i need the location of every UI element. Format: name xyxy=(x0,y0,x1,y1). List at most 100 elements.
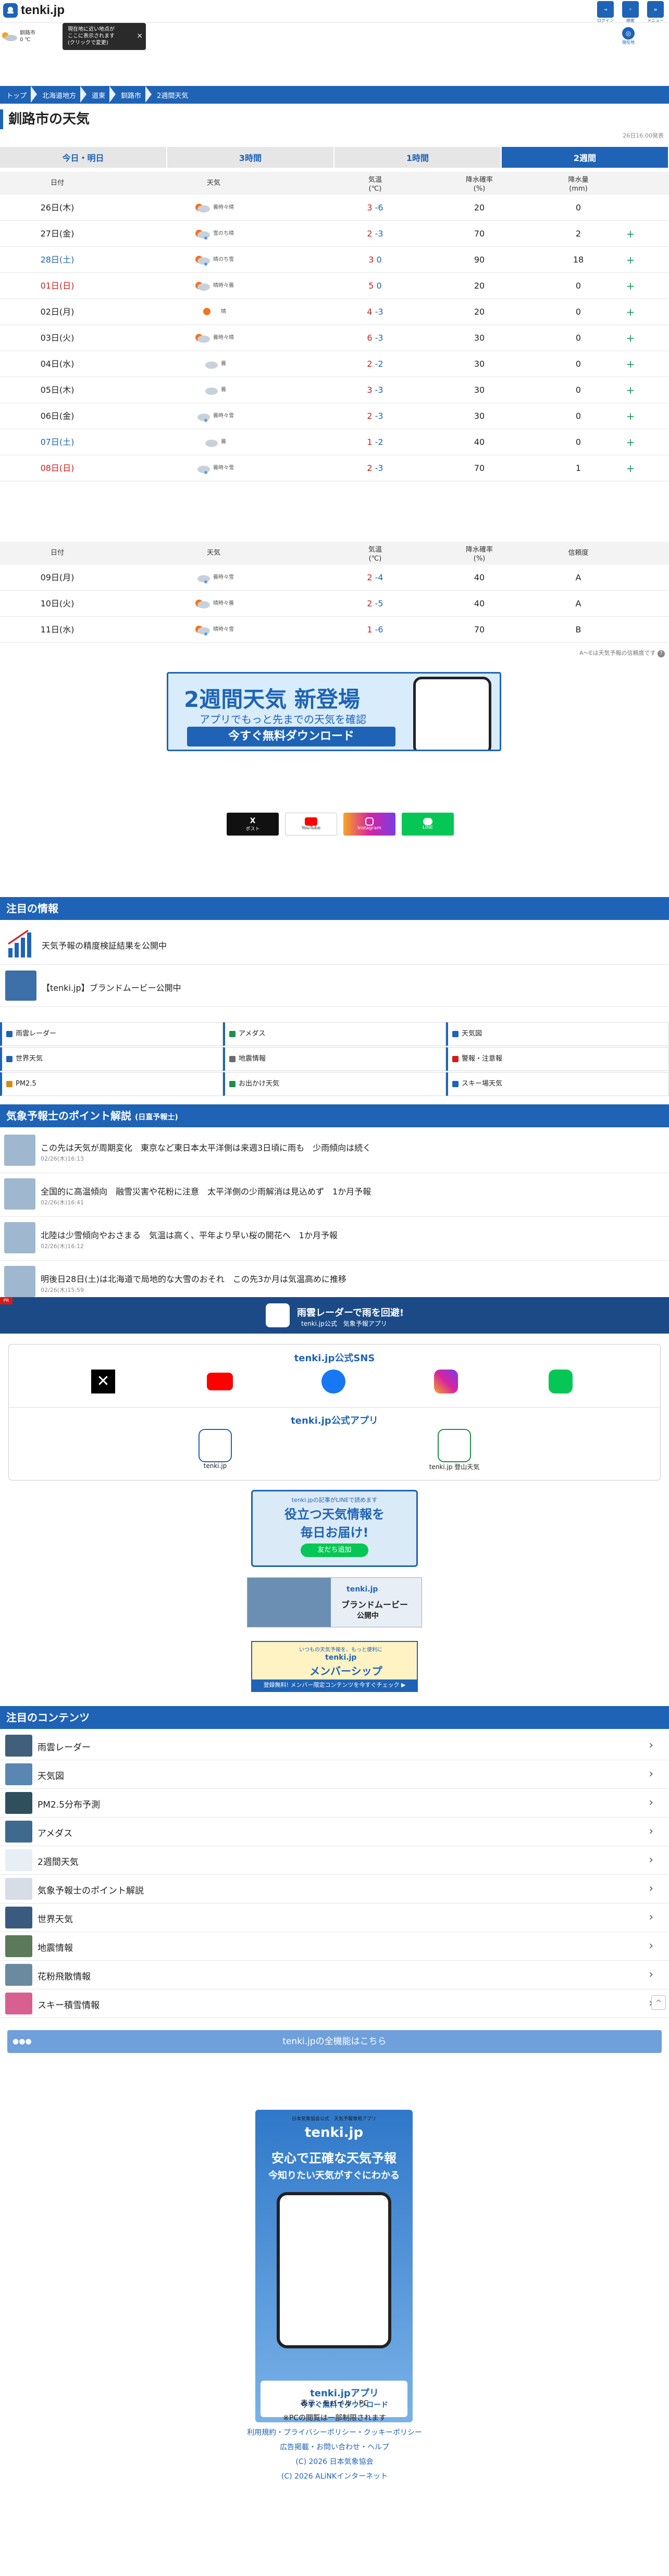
app-tozan[interactable]: tenki.jp 登山天気 xyxy=(426,1429,483,1471)
notice-item[interactable]: 【tenki.jp】ブランドムービー公開中 xyxy=(0,965,669,1007)
expand-icon[interactable]: + xyxy=(620,273,641,299)
footer-policy-links[interactable]: 利用規約・プライバシーポリシー・クッキーポリシー xyxy=(0,2425,669,2440)
sns-x-icon[interactable]: ✕ xyxy=(91,1370,115,1393)
breadcrumb-item[interactable]: 釧路市 xyxy=(117,85,153,103)
forecast-row[interactable]: 01日(日) 晴時々曇 5 0 20 0 + xyxy=(0,273,669,299)
row-temp: 4 -3 xyxy=(354,299,396,325)
row-prob: 30 xyxy=(474,411,485,421)
forecast-row[interactable]: 05日(木) 曇 3 -3 30 0 + xyxy=(0,377,669,403)
notice-item[interactable]: 天気予報の精度検証結果を公開中 xyxy=(0,923,669,965)
content-item[interactable]: アメダス › xyxy=(0,1818,669,1846)
quick-link[interactable]: 雨雲レーダー xyxy=(0,1022,223,1046)
expand-icon[interactable]: + xyxy=(620,351,641,377)
quick-link[interactable]: スキー場天気 xyxy=(446,1072,669,1096)
gps-button[interactable]: ◎ 現在地 xyxy=(620,27,637,45)
chevron-right-icon: › xyxy=(649,1739,653,1752)
forecast-row[interactable]: 26日(木) 曇時々晴 3 -6 20 0 xyxy=(0,195,669,221)
membership-banner[interactable]: いつもの天気予報を、もっと便利に tenki.jp メンバーシップ 登録無料! … xyxy=(251,1641,418,1692)
content-item[interactable]: 雨雲レーダー › xyxy=(0,1732,669,1760)
content-item[interactable]: 気象予報士のポイント解説 › xyxy=(0,1875,669,1903)
weather-icon xyxy=(205,388,218,395)
content-item[interactable]: 地震情報 › xyxy=(0,1932,669,1961)
more-features-button[interactable]: ●●● tenki.jpの全機能はこちら xyxy=(7,2030,662,2053)
forecast-row[interactable]: 02日(月) 晴 4 -3 20 0 + xyxy=(0,299,669,325)
share-x-button[interactable]: X ポスト xyxy=(227,813,279,836)
share-line-button[interactable]: LINE xyxy=(402,813,454,836)
expand-icon[interactable]: + xyxy=(620,429,641,455)
app-tenki[interactable]: tenki.jp xyxy=(194,1429,236,1470)
tab-1hour[interactable]: 1時間 xyxy=(334,147,502,168)
row-weather: 曇 xyxy=(177,429,250,455)
expand-icon[interactable]: + xyxy=(620,299,641,325)
expand-icon[interactable]: + xyxy=(620,377,641,403)
menu-button[interactable]: ≡ メニュー xyxy=(644,1,667,23)
sns-instagram-icon[interactable] xyxy=(434,1370,458,1393)
sns-facebook-icon[interactable] xyxy=(321,1370,345,1393)
expand-icon[interactable]: + xyxy=(620,221,641,247)
forecast-row[interactable]: 11日(水) 晴時々雪 1 -6 70 B xyxy=(0,617,669,643)
content-item[interactable]: 2週間天気 › xyxy=(0,1846,669,1875)
breadcrumb-item[interactable]: トップ xyxy=(2,85,38,103)
scroll-top-button[interactable]: ^ xyxy=(651,1995,666,2010)
content-item[interactable]: 世界天気 › xyxy=(0,1903,669,1932)
radar-banner[interactable]: PR 雨雲レーダーで雨を回避! tenki.jp公式 気象予報アプリ xyxy=(0,1297,669,1334)
quick-link[interactable]: 世界天気 xyxy=(0,1047,223,1071)
weather-icon xyxy=(203,308,210,315)
content-thumbnail xyxy=(5,1821,32,1843)
quick-link[interactable]: 警報・注意報 xyxy=(446,1047,669,1071)
line-add-friend-button[interactable]: 友だち追加 xyxy=(301,1544,368,1557)
forecast-row[interactable]: 28日(土) 晴のち雪 3 0 90 18 + xyxy=(0,247,669,273)
point-item[interactable]: この先は天気が周期変化 東京など東日本太平洋側は来週3日頃に雨も 少雨傾向は続く… xyxy=(0,1129,669,1173)
sns-line-icon[interactable] xyxy=(549,1370,573,1393)
search-button[interactable]: ⌕ 検索 xyxy=(619,1,642,23)
login-button[interactable]: ⇥ ログイン xyxy=(594,1,617,23)
content-item[interactable]: 天気図 › xyxy=(0,1760,669,1789)
close-icon[interactable]: × xyxy=(137,31,143,41)
point-thumbnail xyxy=(4,1266,35,1297)
content-item[interactable]: PM2.5分布予測 › xyxy=(0,1789,669,1818)
brand-movie-banner[interactable]: tenki.jp ブランドムービー 公開中 xyxy=(247,1577,422,1627)
share-instagram-button[interactable]: Instagram xyxy=(343,813,395,836)
sns-youtube-icon[interactable] xyxy=(207,1373,233,1390)
content-item[interactable]: スキー積雪情報 › xyxy=(0,1989,669,2018)
row-prob: 40 xyxy=(474,573,485,582)
forecast-row[interactable]: 09日(月) 曇時々雪 2 -4 40 A xyxy=(0,565,669,591)
login-icon: ⇥ xyxy=(597,1,614,18)
forecast-row[interactable]: 10日(火) 晴時々曇 2 -5 40 A xyxy=(0,591,669,617)
promo-2week-banner[interactable]: 2週間天気 新登場 アプリでもっと先までの天気を確認 今すぐ無料ダウンロード xyxy=(167,672,501,751)
forecast-row[interactable]: 06日(金) 曇時々雪 2 -3 30 0 + xyxy=(0,403,669,429)
expand-icon[interactable]: + xyxy=(620,403,641,429)
content-title: 天気図 xyxy=(38,1771,64,1782)
quick-link[interactable]: 天気図 xyxy=(446,1022,669,1046)
app-ad-banner[interactable]: 日本気象協会公式 天気予報専用アプリ tenki.jp 安心で正確な天気予報 今… xyxy=(255,2110,413,2422)
tab-today[interactable]: 今日・明日 xyxy=(0,147,167,168)
forecast-row[interactable]: 04日(水) 曇 2 -2 30 0 + xyxy=(0,351,669,377)
quick-link[interactable]: お出かけ天気 xyxy=(223,1072,446,1096)
content-item[interactable]: 花粉飛散情報 › xyxy=(0,1961,669,1989)
expand-icon[interactable]: + xyxy=(620,455,641,481)
point-item[interactable]: 北陸は少雪傾向やおさまる 気温は高く、平年より早い桜の開花へ 1か月予報 02/… xyxy=(0,1217,669,1261)
site-logo[interactable]: tenki.jp xyxy=(3,3,65,18)
content-thumbnail xyxy=(5,1763,32,1785)
quick-link[interactable]: PM2.5 xyxy=(0,1072,223,1096)
help-icon[interactable]: ? xyxy=(658,650,665,657)
point-item[interactable]: 全国的に高温傾向 融雪災害や花粉に注意 太平洋側の少雨解消は見込めず 1か月予報… xyxy=(0,1173,669,1217)
forecast-row[interactable]: 27日(金) 雪のち晴 2 -3 70 2 + xyxy=(0,221,669,247)
row-date: 09日(月) xyxy=(40,573,75,582)
footer-help-links[interactable]: 広告掲載・お問い合わせ・ヘルプ xyxy=(0,2440,669,2455)
expand-icon[interactable]: + xyxy=(620,247,641,273)
expand-icon[interactable] xyxy=(620,195,641,221)
tab-2week[interactable]: 2週間 xyxy=(502,147,669,168)
quick-link[interactable]: アメダス xyxy=(223,1022,446,1046)
tab-3hour[interactable]: 3時間 xyxy=(167,147,334,168)
breadcrumb-item[interactable]: 北海道地方 xyxy=(38,85,88,103)
breadcrumb-item[interactable]: 道東 xyxy=(88,85,117,103)
expand-icon[interactable]: + xyxy=(620,325,641,351)
forecast-row[interactable]: 03日(火) 曇時々晴 6 -3 30 0 + xyxy=(0,325,669,351)
quick-link[interactable]: 地震情報 xyxy=(223,1047,446,1071)
share-youtube-button[interactable]: YouTube xyxy=(285,813,337,836)
forecast-row[interactable]: 08日(日) 曇時々雪 2 -3 70 1 + xyxy=(0,455,669,481)
line-friend-banner[interactable]: tenki.jpの記事がLINEで読めます 役立つ天気情報を 毎日お届け! 友だ… xyxy=(251,1490,418,1567)
forecast-row[interactable]: 07日(土) 曇 1 -2 40 0 + xyxy=(0,429,669,455)
footer-view-switch[interactable]: 表示：モバイル｜PC xyxy=(0,2396,669,2411)
